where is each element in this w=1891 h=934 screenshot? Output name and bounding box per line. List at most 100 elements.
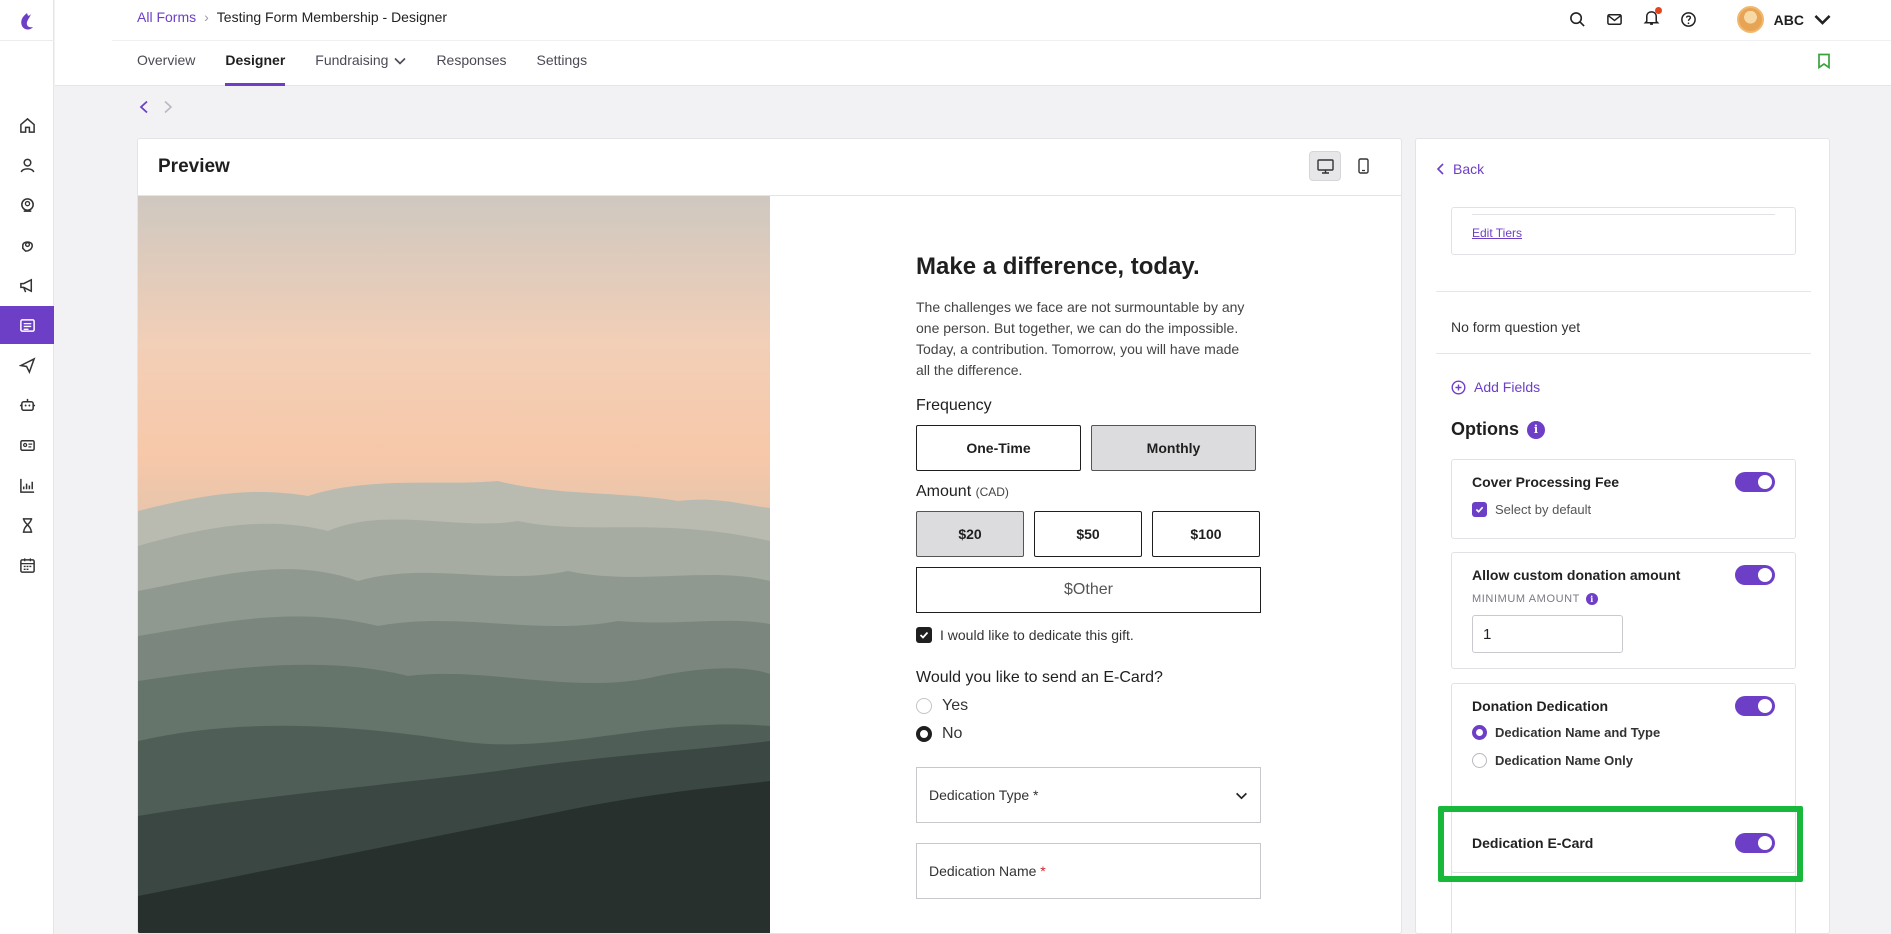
amount-label: Amount (CAD) xyxy=(916,483,1261,501)
page-tabs: Overview Designer Fundraising Responses … xyxy=(137,52,587,86)
options-title: Options xyxy=(1451,419,1519,439)
automation-robot-icon[interactable] xyxy=(0,386,54,424)
amount-50-button[interactable]: $50 xyxy=(1034,511,1142,557)
select-by-default-checkbox[interactable]: Select by default xyxy=(1472,502,1591,517)
other-amount-input[interactable]: $Other xyxy=(916,567,1261,613)
campaign-megaphone-icon[interactable] xyxy=(0,266,54,304)
history-pager xyxy=(138,100,174,114)
send-icon[interactable] xyxy=(0,346,54,384)
required-asterisk: * xyxy=(1040,863,1046,879)
tab-fundraising[interactable]: Fundraising xyxy=(315,52,407,86)
tab-overview[interactable]: Overview xyxy=(137,52,195,86)
form-heading: Make a difference, today. xyxy=(916,253,1200,280)
dedication-type-label: Dedication Type * xyxy=(929,787,1039,803)
dedication-name-only-label: Dedication Name Only xyxy=(1495,753,1633,768)
checkmark-icon xyxy=(916,627,932,643)
home-icon[interactable] xyxy=(0,106,54,144)
info-icon[interactable]: i xyxy=(1527,420,1545,439)
dedication-name-only-radio[interactable]: Dedication Name Only xyxy=(1472,753,1633,768)
hourglass-icon[interactable] xyxy=(0,506,54,544)
amount-label-text: Amount xyxy=(916,483,972,500)
mail-icon[interactable] xyxy=(1606,11,1623,28)
mobile-view-button[interactable] xyxy=(1347,151,1379,181)
chevron-down-icon xyxy=(394,57,407,65)
volunteer-hand-icon[interactable] xyxy=(0,226,54,264)
reports-chart-icon[interactable] xyxy=(0,466,54,504)
amount-20-button[interactable]: $20 xyxy=(916,511,1024,557)
edit-tiers-link[interactable]: Edit Tiers xyxy=(1472,226,1522,240)
dedicate-gift-label: I would like to dedicate this gift. xyxy=(940,627,1134,643)
add-fields-button[interactable]: Add Fields xyxy=(1451,379,1540,395)
desktop-view-button[interactable] xyxy=(1309,151,1341,181)
radio-off-icon xyxy=(916,698,932,714)
dedication-ecard-highlight xyxy=(1438,806,1803,882)
tab-designer[interactable]: Designer xyxy=(225,52,285,86)
ecard-no-radio[interactable]: No xyxy=(916,725,1261,743)
undo-chevron-left-icon[interactable] xyxy=(138,100,150,114)
radio-off-icon xyxy=(1472,753,1487,768)
avatar xyxy=(1736,6,1764,33)
dedication-name-text: Dedication Name xyxy=(929,863,1037,879)
minimum-amount-label: MINIMUM AMOUNT i xyxy=(1472,593,1599,605)
search-icon[interactable] xyxy=(1569,11,1586,28)
breadcrumb-all-forms-link[interactable]: All Forms xyxy=(137,9,196,25)
notification-badge xyxy=(1654,6,1662,14)
donation-form: Make a difference, today. The challenges… xyxy=(916,196,1261,899)
cover-fee-toggle[interactable] xyxy=(1735,472,1775,492)
custom-amount-toggle[interactable] xyxy=(1735,565,1775,585)
dedicate-gift-checkbox[interactable]: I would like to dedicate this gift. xyxy=(916,627,1261,643)
radio-on-icon xyxy=(1472,725,1487,740)
forms-icon[interactable] xyxy=(0,306,54,344)
notifications-bell-icon[interactable] xyxy=(1643,6,1662,31)
breadcrumb: All Forms › Testing Form Membership - De… xyxy=(137,9,447,25)
custom-donation-amount-card: Allow custom donation amount MINIMUM AMO… xyxy=(1451,552,1796,669)
preview-panel: Preview Make a difference, today. The ch… xyxy=(137,138,1402,934)
tab-fundraising-label: Fundraising xyxy=(315,52,389,68)
dedication-toggle[interactable] xyxy=(1735,696,1775,716)
user-name: ABC xyxy=(1773,11,1804,28)
redo-chevron-right-icon[interactable] xyxy=(162,100,174,114)
help-icon[interactable] xyxy=(1680,11,1697,28)
breadcrumb-chevron-icon: › xyxy=(204,9,209,25)
app-logo-icon[interactable] xyxy=(11,6,43,38)
tab-settings[interactable]: Settings xyxy=(536,52,587,86)
dedication-type-select[interactable]: Dedication Type * xyxy=(916,767,1261,823)
radio-on-icon xyxy=(916,726,932,742)
amount-100-button[interactable]: $100 xyxy=(1152,511,1260,557)
minimum-amount-input[interactable]: 1 xyxy=(1472,615,1623,653)
id-card-icon[interactable] xyxy=(0,426,54,464)
bookmark-icon[interactable] xyxy=(1817,53,1831,69)
info-icon[interactable]: i xyxy=(1586,593,1599,605)
add-fields-label: Add Fields xyxy=(1474,379,1541,395)
dedication-title: Donation Dedication xyxy=(1472,698,1609,714)
dedication-name-label: Dedication Name * xyxy=(929,863,1046,879)
frequency-one-time-button[interactable]: One-Time xyxy=(916,425,1081,471)
preview-title: Preview xyxy=(158,156,230,177)
hero-mountain-image xyxy=(138,196,770,933)
breadcrumb-current: Testing Form Membership - Designer xyxy=(216,9,448,25)
currency-label: (CAD) xyxy=(975,485,1009,499)
amount-options: $20 $50 $100 xyxy=(916,511,1261,557)
contacts-icon[interactable] xyxy=(0,146,54,184)
calendar-icon[interactable] xyxy=(0,546,54,584)
membership-tiers-card: Edit Tiers xyxy=(1451,207,1796,255)
custom-amount-title: Allow custom donation amount xyxy=(1472,567,1681,583)
back-button[interactable]: Back xyxy=(1436,161,1484,177)
mobile-icon xyxy=(1357,158,1369,174)
preview-header: Preview xyxy=(138,139,1401,196)
frequency-monthly-button[interactable]: Monthly xyxy=(1091,425,1256,471)
desktop-icon xyxy=(1316,158,1334,174)
dedication-name-and-type-label: Dedication Name and Type xyxy=(1495,725,1661,740)
top-header: All Forms › Testing Form Membership - De… xyxy=(55,0,1891,86)
back-label: Back xyxy=(1453,161,1485,177)
donors-icon[interactable] xyxy=(0,186,54,224)
dedication-name-and-type-radio[interactable]: Dedication Name and Type xyxy=(1472,725,1660,740)
tab-responses[interactable]: Responses xyxy=(436,52,506,86)
ecard-yes-radio[interactable]: Yes xyxy=(916,697,1261,715)
select-by-default-label: Select by default xyxy=(1495,502,1592,517)
user-menu[interactable]: ABC xyxy=(1736,6,1831,33)
device-toggle xyxy=(1309,151,1379,181)
dedication-name-input[interactable]: Dedication Name * xyxy=(916,843,1261,899)
options-heading: Options i xyxy=(1451,419,1545,440)
chevron-down-icon xyxy=(1814,15,1831,25)
